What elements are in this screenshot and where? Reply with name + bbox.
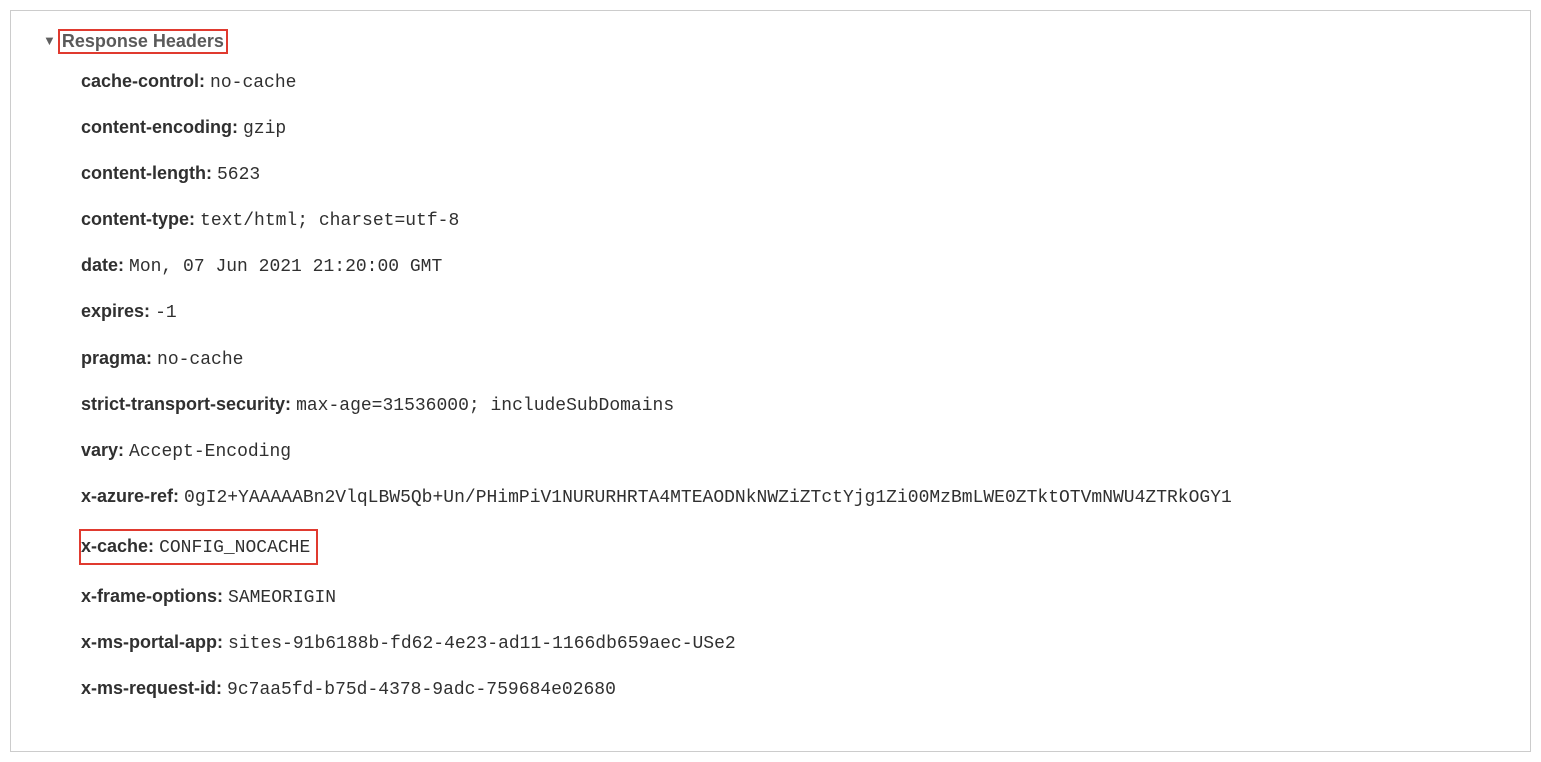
header-value: SAMEORIGIN [228, 588, 336, 608]
header-name: strict-transport-security: [81, 394, 291, 414]
header-name: content-encoding: [81, 117, 238, 137]
header-value: max-age=31536000; includeSubDomains [296, 396, 674, 416]
header-value: gzip [243, 119, 286, 139]
section-title: Response Headers [60, 31, 226, 51]
header-name: date: [81, 255, 124, 275]
header-name: cache-control: [81, 71, 205, 91]
header-value: sites-91b6188b-fd62-4e23-ad11-1166db659a… [228, 634, 736, 654]
header-value: CONFIG_NOCACHE [159, 538, 310, 558]
header-name: pragma: [81, 348, 152, 368]
header-row-x-ms-portal-app: x-ms-portal-app: sites-91b6188b-fd62-4e2… [81, 629, 1508, 657]
header-value: Accept-Encoding [129, 442, 291, 462]
header-value: 5623 [217, 165, 260, 185]
response-headers-panel: ▼ Response Headers cache-control: no-cac… [10, 10, 1531, 752]
header-value: 9c7aa5fd-b75d-4378-9adc-759684e02680 [227, 680, 616, 700]
header-row-x-frame-options: x-frame-options: SAMEORIGIN [81, 583, 1508, 611]
header-row-date: date: Mon, 07 Jun 2021 21:20:00 GMT [81, 252, 1508, 280]
header-row-content-type: content-type: text/html; charset=utf-8 [81, 206, 1508, 234]
header-name: content-type: [81, 209, 195, 229]
header-row-cache-control: cache-control: no-cache [81, 68, 1508, 96]
header-row-strict-transport-security: strict-transport-security: max-age=31536… [81, 391, 1508, 419]
header-row-x-cache: x-cache: CONFIG_NOCACHE [81, 529, 1508, 565]
section-header[interactable]: ▼ Response Headers [43, 29, 228, 54]
headers-list: cache-control: no-cache content-encoding… [33, 68, 1508, 703]
header-row-vary: vary: Accept-Encoding [81, 437, 1508, 465]
header-name: content-length: [81, 163, 212, 183]
header-row-x-azure-ref: x-azure-ref: 0gI2+YAAAAABn2VlqLBW5Qb+Un/… [81, 483, 1508, 511]
header-name: x-ms-portal-app: [81, 632, 223, 652]
header-row-x-ms-request-id: x-ms-request-id: 9c7aa5fd-b75d-4378-9adc… [81, 675, 1508, 703]
header-value: no-cache [210, 73, 296, 93]
header-name: vary: [81, 440, 124, 460]
header-row-content-length: content-length: 5623 [81, 160, 1508, 188]
header-row-pragma: pragma: no-cache [81, 345, 1508, 373]
header-value: text/html; charset=utf-8 [200, 211, 459, 231]
header-value: -1 [155, 303, 177, 323]
header-value: Mon, 07 Jun 2021 21:20:00 GMT [129, 257, 442, 277]
header-name: x-ms-request-id: [81, 678, 222, 698]
header-name: x-azure-ref: [81, 486, 179, 506]
header-value: no-cache [157, 350, 243, 370]
disclosure-triangle-icon[interactable]: ▼ [43, 33, 56, 48]
header-name: x-cache: [81, 536, 154, 556]
header-value: 0gI2+YAAAAABn2VlqLBW5Qb+Un/PHimPiV1NURUR… [184, 488, 1232, 508]
header-row-expires: expires: -1 [81, 298, 1508, 326]
header-row-content-encoding: content-encoding: gzip [81, 114, 1508, 142]
header-name: expires: [81, 301, 150, 321]
header-name: x-frame-options: [81, 586, 223, 606]
